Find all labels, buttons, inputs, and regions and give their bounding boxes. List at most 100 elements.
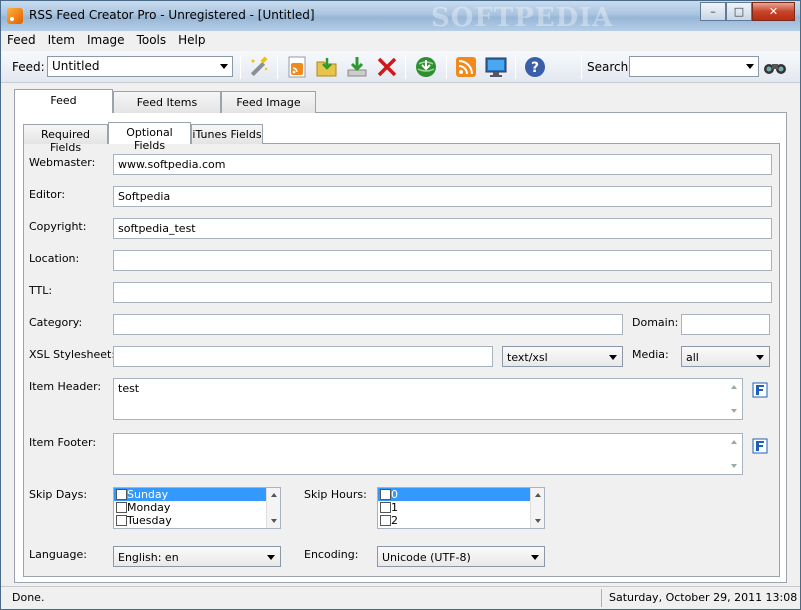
skip-days-list[interactable]: Sunday Monday Tuesday <box>113 487 281 529</box>
tab-feed[interactable]: Feed <box>14 89 113 113</box>
tab-itunes-fields[interactable]: iTunes Fields <box>191 124 263 144</box>
editor-label: Editor: <box>29 188 66 201</box>
status-datetime: Saturday, October 29, 2011 13:08 <box>609 591 798 604</box>
xsl-type-select[interactable]: text/xsl <box>502 346 623 367</box>
feed-select-value: Untitled <box>52 59 100 73</box>
window-title: RSS Feed Creator Pro - Unregistered - [U… <box>29 8 315 22</box>
download-icon[interactable] <box>345 55 369 79</box>
binoculars-icon[interactable] <box>763 57 787 77</box>
category-field[interactable] <box>113 314 623 335</box>
tab-feed-items[interactable]: Feed Items <box>113 91 221 113</box>
scroll-down-icon <box>731 464 737 468</box>
menu-bar: Feed Item Image Tools Help <box>1 31 800 51</box>
close-button[interactable]: ✕ <box>752 2 795 21</box>
minimize-button[interactable]: – <box>700 2 726 21</box>
list-item[interactable]: Tuesday <box>114 514 280 527</box>
language-value: English: en <box>118 551 179 564</box>
insert-field-icon[interactable] <box>752 382 768 398</box>
toolbar: Feed: Untitled ? Search: <box>1 51 800 83</box>
rss-feed-icon[interactable] <box>454 55 478 79</box>
webmaster-field[interactable]: www.softpedia.com <box>113 154 772 175</box>
menu-help[interactable]: Help <box>172 31 211 51</box>
copyright-field[interactable]: softpedia_test <box>113 218 772 239</box>
tab-feed-image[interactable]: Feed Image <box>221 91 316 113</box>
app-window: RSS Feed Creator Pro - Unregistered - [U… <box>0 0 801 610</box>
chevron-down-icon <box>609 355 617 360</box>
monitor-icon[interactable] <box>484 55 508 79</box>
editor-field[interactable]: Softpedia <box>113 186 772 207</box>
chevron-down-icon <box>267 555 275 560</box>
open-folder-icon[interactable] <box>315 55 339 79</box>
ttl-field[interactable] <box>113 282 772 303</box>
menu-feed[interactable]: Feed <box>1 31 42 51</box>
chevron-down-icon <box>746 64 754 69</box>
domain-label: Domain: <box>632 316 679 329</box>
menu-image[interactable]: Image <box>81 31 131 51</box>
status-bar: Done. Saturday, October 29, 2011 13:08 <box>1 586 800 609</box>
list-item[interactable]: 0 <box>378 488 544 501</box>
xsl-stylesheet-label: XSL Stylesheet: <box>29 348 116 361</box>
status-divider <box>601 589 602 607</box>
rss-file-icon[interactable] <box>285 55 309 79</box>
language-select[interactable]: English: en <box>113 546 281 567</box>
list-item[interactable]: 2 <box>378 514 544 527</box>
list-item[interactable]: Sunday <box>114 488 280 501</box>
category-label: Category: <box>29 316 83 329</box>
item-footer-scrollbar[interactable] <box>728 435 741 473</box>
insert-field-icon[interactable] <box>752 438 768 454</box>
scroll-down-icon <box>731 409 737 413</box>
list-item[interactable]: 1 <box>378 501 544 514</box>
search-input[interactable] <box>629 56 759 77</box>
checkbox[interactable] <box>380 489 391 500</box>
checkbox[interactable] <box>116 489 127 500</box>
chevron-down-icon <box>220 64 228 69</box>
menu-tools[interactable]: Tools <box>131 31 173 51</box>
checkbox[interactable] <box>380 515 391 526</box>
media-label: Media: <box>632 348 669 361</box>
encoding-value: Unicode (UTF-8) <box>382 551 471 564</box>
skip-hours-scrollbar[interactable] <box>530 488 544 528</box>
ttl-label: TTL: <box>29 284 53 297</box>
toolbar-separator <box>240 55 241 79</box>
chevron-down-icon <box>756 355 764 360</box>
list-item[interactable]: Monday <box>114 501 280 514</box>
title-bar[interactable]: RSS Feed Creator Pro - Unregistered - [U… <box>1 1 800 33</box>
scroll-down-icon <box>535 519 541 523</box>
list-item-label: 0 <box>391 488 398 501</box>
status-text: Done. <box>12 591 45 604</box>
location-field[interactable] <box>113 250 772 271</box>
item-header-textarea[interactable]: test <box>113 378 743 420</box>
skip-hours-label: Skip Hours: <box>304 488 367 501</box>
encoding-select[interactable]: Unicode (UTF-8) <box>377 546 545 567</box>
copyright-label: Copyright: <box>29 220 87 233</box>
checkbox[interactable] <box>116 515 127 526</box>
toolbar-separator <box>581 55 582 79</box>
webmaster-label: Webmaster: <box>29 156 96 169</box>
list-item-label: Sunday <box>127 488 169 501</box>
skip-hours-list[interactable]: 0 1 2 <box>377 487 545 529</box>
toolbar-separator <box>446 55 447 79</box>
media-select[interactable]: all <box>681 346 770 367</box>
feed-select[interactable]: Untitled <box>47 56 233 77</box>
menu-item[interactable]: Item <box>42 31 81 51</box>
domain-field[interactable] <box>681 314 770 335</box>
maximize-button[interactable]: □ <box>726 2 752 21</box>
tab-required-fields[interactable]: Required Fields <box>23 124 108 154</box>
scroll-down-icon <box>271 519 277 523</box>
xsl-type-value: text/xsl <box>507 351 548 364</box>
skip-days-scrollbar[interactable] <box>266 488 280 528</box>
tab-optional-fields[interactable]: Optional Fields <box>108 122 191 152</box>
toolbar-separator <box>405 55 406 79</box>
xsl-stylesheet-field[interactable] <box>113 346 493 367</box>
delete-icon[interactable] <box>375 55 399 79</box>
encoding-label: Encoding: <box>304 548 359 561</box>
scroll-up-icon <box>535 493 541 497</box>
globe-icon[interactable] <box>414 55 438 79</box>
item-header-scrollbar[interactable] <box>728 380 741 418</box>
checkbox[interactable] <box>380 502 391 513</box>
item-footer-textarea[interactable] <box>113 433 743 475</box>
help-icon[interactable]: ? <box>523 55 547 79</box>
scroll-up-icon <box>731 440 737 444</box>
checkbox[interactable] <box>116 502 127 513</box>
wizard-icon[interactable] <box>247 55 271 79</box>
